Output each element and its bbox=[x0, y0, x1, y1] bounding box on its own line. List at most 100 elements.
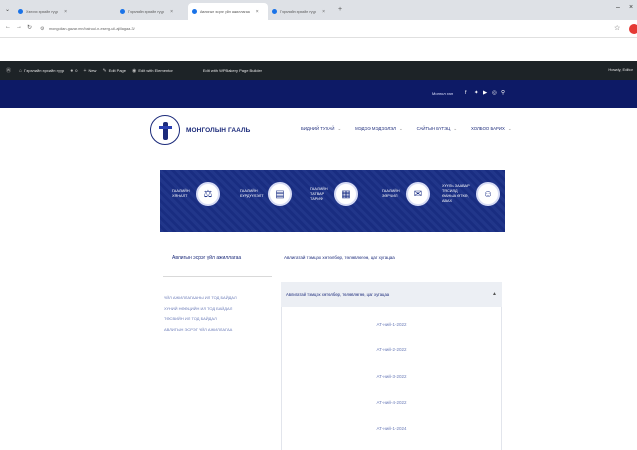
nav-label: ХОЛБОО БАРИХ bbox=[470, 126, 505, 131]
sidebar-item-anticorruption[interactable]: АВЛИГЫН ЭСРЭГ ҮЙЛ АЖИЛЛАГАА bbox=[164, 325, 274, 336]
wp-admin-item-elementor[interactable]: ◉ Edit with Elementor bbox=[132, 68, 173, 74]
address-bar: ← → ↻ ⚙ mongolian-gazar.mn/bairuul-n-ese… bbox=[0, 20, 637, 38]
browser-tab-strip: ⌄ Хэлхэх эрхийн гүүр × Гэрэлийн эрхийн г… bbox=[0, 0, 637, 20]
tab-search-icon[interactable]: ⌄ bbox=[5, 6, 10, 13]
banner-link-violation[interactable]: ГААЛИЙН ЗӨРЧИЛ ✉ bbox=[382, 182, 430, 206]
tab-label: Авлигын эсрэг үйл ажиллагаа bbox=[200, 9, 250, 14]
browser-tab-4[interactable]: Гэрэлийн эрхийн гүүр × bbox=[268, 3, 336, 20]
nav-label: БИДНИЙ ТУХАЙ bbox=[301, 126, 335, 131]
banner-label: ХҮҮЛЬ ЗААВАР ТЯСИЛД ӨАНЫА ӨТКӨ, АВАХ bbox=[442, 184, 470, 203]
accordion-panel: АТ-ний-1-2022 АТ-ний-2-2022 АТ-ний-3-202… bbox=[281, 307, 502, 450]
customs-emblem-icon bbox=[150, 115, 180, 145]
browser-tab-3-active[interactable]: Авлигын эсрэг үйл ажиллагаа × bbox=[188, 3, 268, 20]
violation-icon: ✉ bbox=[406, 182, 430, 206]
service-banner: ГААЛИЙН ХЯНАЛТ ⚖ ГААЛИЙН БҮРДҮҮЛЭЛТ ▤ ГА… bbox=[160, 170, 505, 232]
sidebar-title: Авлигын эсрэг үйл ажиллагаа bbox=[172, 255, 242, 261]
minimize-button[interactable]: – bbox=[616, 4, 620, 11]
close-tab-icon[interactable]: × bbox=[64, 9, 67, 15]
site-top-bar: Монгол хэл f ✦ ▶ ◎ ⚲ bbox=[0, 80, 637, 108]
document-link[interactable]: АТ-ний-3-2022 bbox=[282, 374, 501, 379]
chevron-down-icon: ⌄ bbox=[507, 126, 512, 131]
wp-howdy-user[interactable]: Howdy, Editor bbox=[608, 67, 633, 72]
new-tab-button[interactable]: + bbox=[338, 6, 342, 13]
wordpress-icon: Ⓦ bbox=[6, 68, 12, 74]
banner-link-customs-control[interactable]: ГААЛИЙН ХЯНАЛТ ⚖ bbox=[172, 182, 220, 206]
youtube-icon[interactable]: ▶ bbox=[483, 90, 487, 96]
banner-label: ГААЛИЙН ЗӨРЧИЛ bbox=[382, 189, 400, 198]
instagram-icon[interactable]: ◎ bbox=[492, 90, 497, 96]
profile-avatar[interactable] bbox=[629, 24, 637, 34]
favicon-icon bbox=[272, 9, 277, 14]
sidebar-item-operations-transparency[interactable]: ҮЙЛ АЖИЛЛАГААНЫ ИЛ ТОД БАЙДАЛ bbox=[164, 293, 274, 304]
wp-admin-item-comments[interactable]: ● 0 bbox=[70, 68, 77, 74]
back-icon[interactable]: ← bbox=[5, 24, 11, 30]
wp-admin-item-edit[interactable]: ✎ Edit Page bbox=[102, 68, 126, 74]
favicon-icon bbox=[192, 9, 197, 14]
wp-admin-item-site[interactable]: ⌂ Гэрэлийн эрхийн гүүр bbox=[19, 68, 64, 74]
wp-site-name: Гэрэлийн эрхийн гүүр bbox=[24, 68, 65, 73]
browser-tab-2[interactable]: Гэрэлийн эрхийн гүүр × bbox=[116, 3, 188, 20]
search-icon[interactable]: ⚲ bbox=[501, 90, 505, 96]
facebook-icon[interactable]: f bbox=[465, 90, 467, 96]
document-link[interactable]: АТ-ний-1-2022 bbox=[282, 322, 501, 327]
reload-icon[interactable]: ↻ bbox=[27, 24, 32, 31]
wp-wpbakery-label: Edit with WPBakery Page Builder bbox=[202, 68, 262, 73]
chevron-down-icon: ⌄ bbox=[337, 126, 342, 131]
wp-edit-label: Edit Page bbox=[108, 68, 127, 73]
tariff-icon: ▦ bbox=[334, 182, 358, 206]
logo-text: МОНГОЛЫН ГААЛЬ bbox=[186, 126, 251, 134]
url-text: mongolian-gazar.mn/bairuul-n-eserg-uil-a… bbox=[49, 27, 135, 31]
nav-item-sitemap[interactable]: САЙТЫН БҮТЭЦ ⌄ bbox=[417, 126, 457, 132]
close-window-button[interactable]: × bbox=[629, 4, 633, 11]
document-link[interactable]: АТ-ний-1-2024 bbox=[282, 426, 501, 431]
page-title: Авлигатай тэмцэх хөтөлбөр, төлөвлөгөө, ц… bbox=[284, 255, 395, 260]
document-link[interactable]: АТ-ний-2-2022 bbox=[282, 347, 501, 352]
twitter-icon[interactable]: ✦ bbox=[474, 90, 479, 96]
sidebar-item-hr-transparency[interactable]: ХҮНИЙ НӨӨЦИЙН ИЛ ТОД БАЙДАЛ bbox=[164, 304, 274, 315]
sidebar-divider bbox=[163, 276, 272, 277]
banner-label: ГААЛИЙН БҮРДҮҮЛЭЛТ bbox=[240, 189, 264, 198]
request-icon: ☺ bbox=[476, 182, 500, 206]
wp-comments-count: 0 bbox=[75, 68, 78, 73]
close-tab-icon[interactable]: × bbox=[256, 9, 259, 15]
wp-admin-bar: Ⓦ ⌂ Гэрэлийн эрхийн гүүр ● 0 + New ✎ Edi… bbox=[0, 61, 637, 80]
chevron-down-icon: ⌄ bbox=[398, 126, 403, 131]
wp-admin-item-new[interactable]: + New bbox=[84, 68, 97, 74]
wp-elementor-label: Edit with Elementor bbox=[138, 68, 173, 73]
bookmark-star-icon[interactable]: ☆ bbox=[614, 24, 620, 32]
clearance-icon: ▤ bbox=[268, 182, 292, 206]
sidebar-item-budget-transparency[interactable]: ТӨСВИЙН ИЛ ТОД БАЙДАЛ bbox=[164, 314, 274, 325]
browser-tab-1[interactable]: Хэлхэх эрхийн гүүр × bbox=[14, 3, 116, 20]
banner-link-clearance[interactable]: ГААЛИЙН БҮРДҮҮЛЭЛТ ▤ bbox=[240, 182, 292, 206]
forward-icon[interactable]: → bbox=[16, 24, 22, 30]
nav-item-about[interactable]: БИДНИЙ ТУХАЙ ⌄ bbox=[301, 126, 341, 132]
wp-admin-item-logo[interactable]: Ⓦ bbox=[6, 67, 13, 74]
wp-new-label: New bbox=[88, 68, 97, 73]
sidebar-menu: ҮЙЛ АЖИЛЛАГААНЫ ИЛ ТОД БАЙДАЛ ХҮНИЙ НӨӨЦ… bbox=[164, 293, 274, 335]
nav-item-news[interactable]: МЭДЭЭ МЭДЭЭЛЭЛ ⌄ bbox=[355, 126, 402, 132]
close-tab-icon[interactable]: × bbox=[170, 9, 173, 15]
nav-label: МЭДЭЭ МЭДЭЭЛЭЛ bbox=[355, 126, 396, 131]
customs-control-icon: ⚖ bbox=[196, 182, 220, 206]
chevron-down-icon: ⌄ bbox=[453, 126, 457, 131]
site-info-icon[interactable]: ⚙ bbox=[40, 26, 46, 32]
tab-label: Гэрэлийн эрхийн гүүр bbox=[128, 9, 165, 14]
site-logo[interactable]: МОНГОЛЫН ГААЛЬ bbox=[150, 113, 270, 147]
comment-icon: ● bbox=[70, 67, 74, 74]
banner-link-request[interactable]: ХҮҮЛЬ ЗААВАР ТЯСИЛД ӨАНЫА ӨТКӨ, АВАХ ☺ bbox=[442, 182, 500, 206]
banner-link-tariff[interactable]: ГААЛИЙН ТАТВАР ТАРИФ ▦ bbox=[310, 182, 358, 206]
url-input[interactable]: ⚙ mongolian-gazar.mn/bairuul-n-eserg-uil… bbox=[40, 23, 610, 35]
tab-label: Гэрэлийн эрхийн гүүр bbox=[280, 9, 317, 14]
plus-icon: + bbox=[83, 67, 87, 74]
close-tab-icon[interactable]: × bbox=[322, 9, 325, 15]
home-icon: ⌂ bbox=[19, 67, 23, 74]
edit-icon: ✎ bbox=[102, 67, 107, 74]
chevron-up-icon[interactable]: ▲ bbox=[492, 291, 497, 297]
wp-admin-item-wpbakery[interactable]: Edit with WPBakery Page Builder bbox=[203, 68, 262, 73]
language-selector[interactable]: Монгол хэл bbox=[432, 91, 453, 96]
tab-label: Хэлхэх эрхийн гүүр bbox=[26, 9, 59, 14]
document-link[interactable]: АТ-ний-4-2022 bbox=[282, 400, 501, 405]
nav-item-contact[interactable]: ХОЛБОО БАРИХ ⌄ bbox=[471, 126, 512, 132]
accordion-header[interactable]: Авлигатай тэмцэх хөтөлбөр, төлөвлөгөө, ц… bbox=[281, 282, 502, 307]
elementor-icon: ◉ bbox=[132, 67, 137, 74]
